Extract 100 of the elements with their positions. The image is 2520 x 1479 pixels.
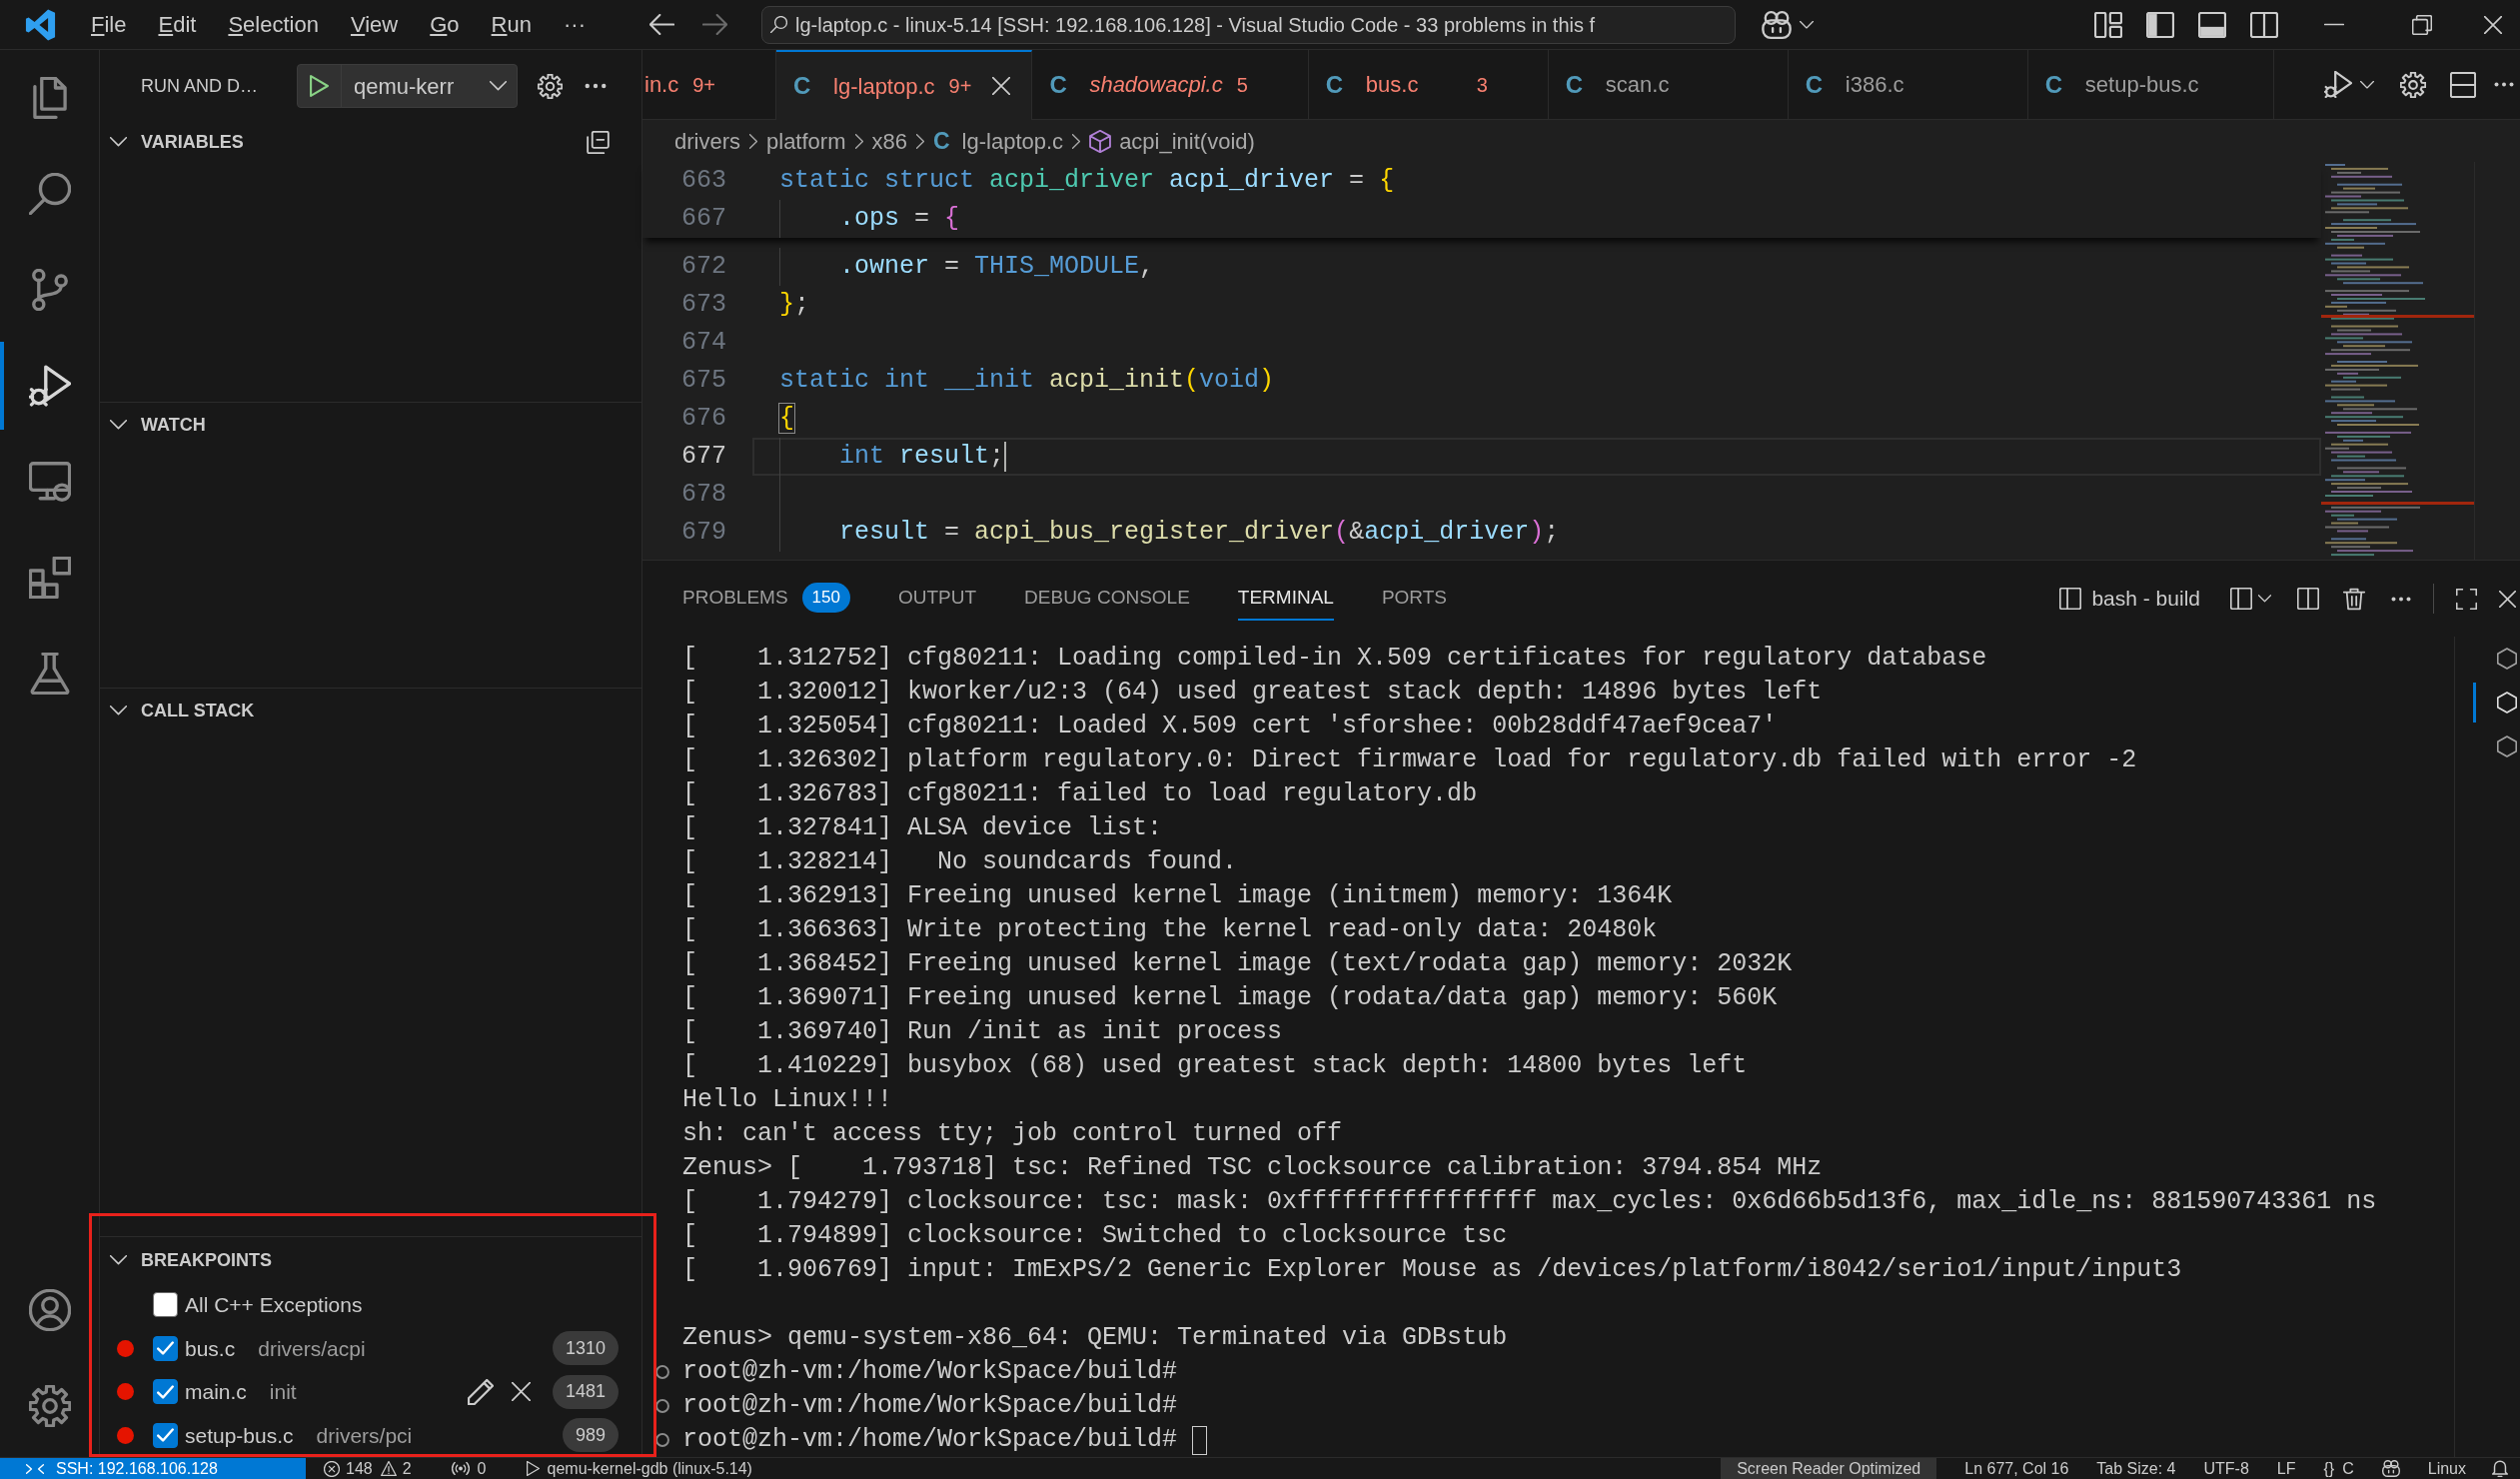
close-icon[interactable] <box>2484 15 2502 34</box>
restore-icon[interactable] <box>2412 14 2432 35</box>
terminal-line: Hello Linux!!! <box>682 1084 893 1117</box>
ring-icon[interactable] <box>655 1365 669 1379</box>
settings-icon[interactable] <box>538 73 563 99</box>
chevron-down-icon[interactable] <box>110 1255 127 1265</box>
account-icon[interactable] <box>28 1289 71 1331</box>
breakpoint-path: init <box>269 1379 297 1405</box>
terminal-line: root@zh-vm:/home/WorkSpace/build# <box>682 1390 1178 1423</box>
chevron-down-icon[interactable] <box>2258 595 2271 603</box>
terminal-line: [ 1.906769] input: ImExPS/2 Generic Explorer Mouse as /devices/platform/i8042/serio1/input/input3 <box>682 1254 2182 1287</box>
problems-status[interactable]: 148 2 <box>324 1458 412 1479</box>
search-icon[interactable] <box>28 173 71 215</box>
editor-tab[interactable]: C i386.c <box>1788 50 2028 120</box>
menu-item[interactable]: ··· <box>548 5 602 44</box>
more-icon[interactable] <box>2391 596 2411 602</box>
panel-tab[interactable]: DEBUG CONSOLE <box>1024 577 1190 621</box>
menu-item[interactable]: Edit <box>142 5 213 44</box>
split-editor-icon[interactable] <box>2450 71 2476 98</box>
editor-tab[interactable]: C shadowacpi.c 5 <box>1032 50 1309 120</box>
terminal-line: [ 1.366363] Write protecting the kernel read-only data: 20480k <box>682 914 1658 947</box>
maximize-icon[interactable] <box>2456 588 2477 610</box>
back-arrow-icon[interactable] <box>648 14 674 35</box>
status-item[interactable]: Ln 677, Col 16 <box>1964 1458 2069 1479</box>
checkbox[interactable] <box>153 1335 178 1361</box>
panel-tab[interactable]: OUTPUT <box>897 577 977 621</box>
status-item[interactable]: Tab Size: 4 <box>2096 1458 2176 1479</box>
editor-tab[interactable]: C bus.c 3 <box>1308 50 1549 120</box>
breakpoint-label: main.c <box>185 1379 247 1405</box>
minimize-icon[interactable] <box>2324 23 2344 26</box>
play-icon[interactable] <box>310 75 329 97</box>
left-panel-icon[interactable] <box>2146 11 2174 38</box>
debug-status[interactable]: qemu-kernel-gdb (linux-5.14) <box>526 1458 752 1479</box>
flask-icon[interactable] <box>28 653 71 695</box>
monitor-icon[interactable] <box>28 461 71 503</box>
editor-tab[interactable]: C setup-bus.c <box>2027 50 2274 120</box>
hexagon-icon[interactable] <box>2497 736 2517 757</box>
editor-tab[interactable]: in.c 9+ <box>642 50 777 120</box>
menu-item[interactable]: Run <box>475 5 548 44</box>
play-bug-icon[interactable] <box>2324 71 2352 98</box>
breadcrumb-item[interactable]: drivers <box>674 124 740 158</box>
ports-status[interactable]: 0 <box>451 1458 487 1479</box>
code-line: static struct acpi_driver acpi_driver = { <box>779 165 1395 198</box>
status-item[interactable]: Screen Reader Optimized <box>1721 1458 1937 1479</box>
window-pane-icon[interactable] <box>2230 588 2252 610</box>
language-status[interactable]: {} C <box>2323 1458 2354 1479</box>
layout-grid-icon[interactable] <box>2094 11 2122 38</box>
terminal-line: [ 1.410229] busybox (68) used greatest stack depth: 14800 bytes left <box>682 1050 1748 1083</box>
menu-item[interactable]: Selection <box>212 5 335 44</box>
panel-tab[interactable]: TERMINAL <box>1237 577 1334 621</box>
panel-tab[interactable]: PORTS <box>1381 577 1448 621</box>
goggles-icon[interactable] <box>1761 10 1792 39</box>
remote-indicator[interactable]: SSH: 192.168.106.128 <box>0 1458 306 1479</box>
forward-arrow-icon[interactable] <box>701 14 727 35</box>
checkbox[interactable] <box>153 1292 178 1318</box>
breadcrumb-item[interactable]: platform <box>766 124 846 158</box>
play-bug-icon[interactable] <box>28 365 71 407</box>
breadcrumb-item[interactable]: C lg-laptop.c <box>933 123 1064 159</box>
settings-icon[interactable] <box>2400 71 2426 98</box>
terminal-instance-button[interactable]: bash - build <box>2053 579 2206 619</box>
chevron-down-icon[interactable] <box>110 137 127 147</box>
chevron-down-icon[interactable] <box>110 706 127 716</box>
hexagon-icon[interactable] <box>2497 648 2517 670</box>
pencil-icon[interactable] <box>467 1378 494 1405</box>
checkbox[interactable] <box>153 1422 178 1448</box>
breadcrumb-item[interactable]: acpi_init(void) <box>1089 124 1255 158</box>
command-center[interactable]: lg-laptop.c - linux-5.14 [SSH: 192.168.106.128] - Visual Studio Code - 33 problems in this f <box>760 5 1736 44</box>
close-icon[interactable] <box>992 77 1011 95</box>
editor-tab[interactable]: C lg-laptop.c 9+ <box>776 50 1033 120</box>
bottom-panel-icon[interactable] <box>2198 11 2226 38</box>
panel-tab[interactable]: PROBLEMS 150 <box>682 577 850 621</box>
close-icon[interactable] <box>2499 590 2516 608</box>
blocks-icon[interactable] <box>28 557 71 599</box>
more-icon[interactable] <box>2494 82 2514 87</box>
launch-config-select[interactable]: qemu-kerr <box>342 65 517 107</box>
goggles-icon[interactable] <box>2381 1460 2400 1477</box>
status-item[interactable]: LF <box>2276 1458 2296 1479</box>
breadcrumb-item[interactable]: x86 <box>871 124 907 158</box>
bell-icon[interactable] <box>2492 1460 2508 1477</box>
chevron-down-icon[interactable] <box>2360 80 2374 89</box>
close-icon[interactable] <box>511 1382 531 1402</box>
collapse-all-icon[interactable] <box>587 130 610 154</box>
menu-item[interactable]: View <box>334 5 415 44</box>
editor-tab[interactable]: C scan.c <box>1548 50 1789 120</box>
chevron-down-icon[interactable] <box>1799 20 1814 29</box>
breakpoint-label: bus.c <box>185 1335 236 1362</box>
line-number-badge: 989 <box>562 1418 619 1453</box>
ring-icon[interactable] <box>655 1399 669 1413</box>
trash-icon[interactable] <box>2343 587 2365 611</box>
split-pane-icon[interactable] <box>2297 588 2319 610</box>
checkbox[interactable] <box>153 1379 178 1405</box>
more-icon[interactable] <box>585 83 607 89</box>
right-panel-icon[interactable] <box>2250 11 2278 38</box>
menu-item[interactable]: File <box>75 5 143 44</box>
status-item[interactable]: UTF-8 <box>2203 1458 2249 1479</box>
status-item[interactable]: Linux <box>2427 1458 2466 1479</box>
chevron-down-icon[interactable] <box>110 420 127 430</box>
ring-icon[interactable] <box>655 1433 669 1447</box>
menu-item[interactable]: Go <box>414 5 476 44</box>
settings-icon[interactable] <box>28 1385 71 1427</box>
